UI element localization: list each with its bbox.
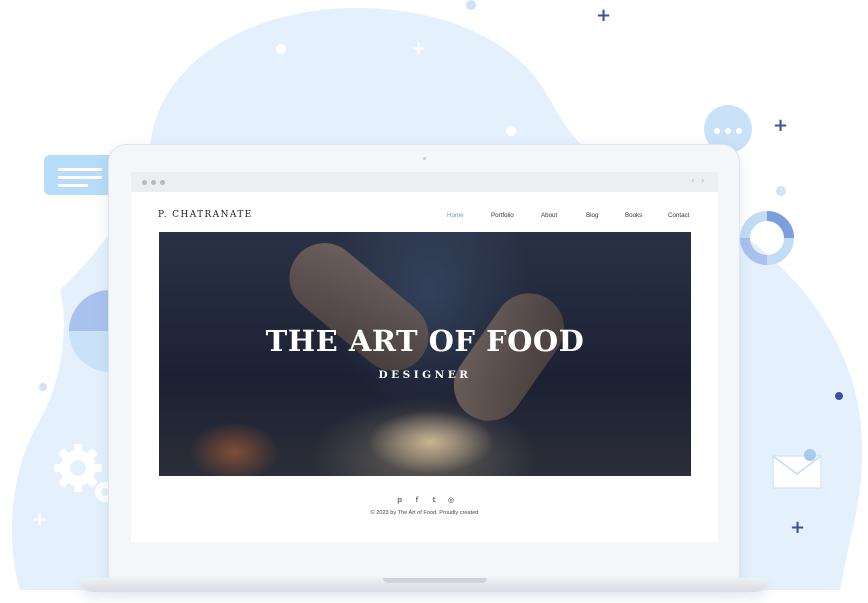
nav-portfolio[interactable]: Portfolio xyxy=(491,212,514,219)
instagram-icon[interactable]: ◎ xyxy=(446,496,456,504)
hero-arm-left xyxy=(275,232,443,386)
plus-icon: + xyxy=(790,517,806,538)
window-dot[interactable] xyxy=(142,180,147,185)
nav-about[interactable]: About xyxy=(541,212,557,219)
blob-circle xyxy=(776,186,786,196)
facebook-icon[interactable]: f xyxy=(412,496,422,504)
window-dot[interactable] xyxy=(151,180,156,185)
plus-icon: + xyxy=(32,509,48,530)
blob-circle xyxy=(39,383,47,391)
window-dot[interactable] xyxy=(160,180,165,185)
message-card-icon xyxy=(44,155,116,195)
hero-subtitle: DESIGNER xyxy=(378,369,472,381)
plus-icon: + xyxy=(411,38,427,59)
forward-arrow-icon[interactable]: › xyxy=(701,176,705,186)
nav-books[interactable]: Books xyxy=(625,212,642,219)
pinterest-icon[interactable]: 𝕡 xyxy=(395,496,405,504)
plus-icon: + xyxy=(773,115,789,136)
laptop-screen: ‹ › P. CHATRANATE Home Portfolio About B… xyxy=(131,172,718,542)
hero-image: THE ART OF FOOD DESIGNER xyxy=(159,232,691,476)
gear-icon xyxy=(54,444,102,492)
plus-icon: + xyxy=(596,5,612,26)
donut-chart-icon xyxy=(740,211,794,265)
nav-contact[interactable]: Contact xyxy=(668,212,689,219)
site-brand[interactable]: P. CHATRANATE xyxy=(158,210,253,220)
copyright-text: © 2023 by The Art of Food. Proudly creat… xyxy=(370,510,479,516)
twitter-icon[interactable]: 𝕥 xyxy=(429,496,439,504)
blob-circle xyxy=(276,44,286,54)
nav-blog[interactable]: Blog xyxy=(586,212,598,219)
back-arrow-icon[interactable]: ‹ xyxy=(691,176,695,186)
blob-circle xyxy=(835,392,843,400)
browser-chrome: ‹ › xyxy=(131,172,718,192)
blob-circle xyxy=(506,126,516,136)
nav-home[interactable]: Home xyxy=(447,212,464,219)
laptop-camera xyxy=(423,157,426,160)
laptop-notch xyxy=(383,578,487,583)
hero-title: THE ART OF FOOD xyxy=(265,324,585,358)
blob-circle xyxy=(466,0,476,10)
